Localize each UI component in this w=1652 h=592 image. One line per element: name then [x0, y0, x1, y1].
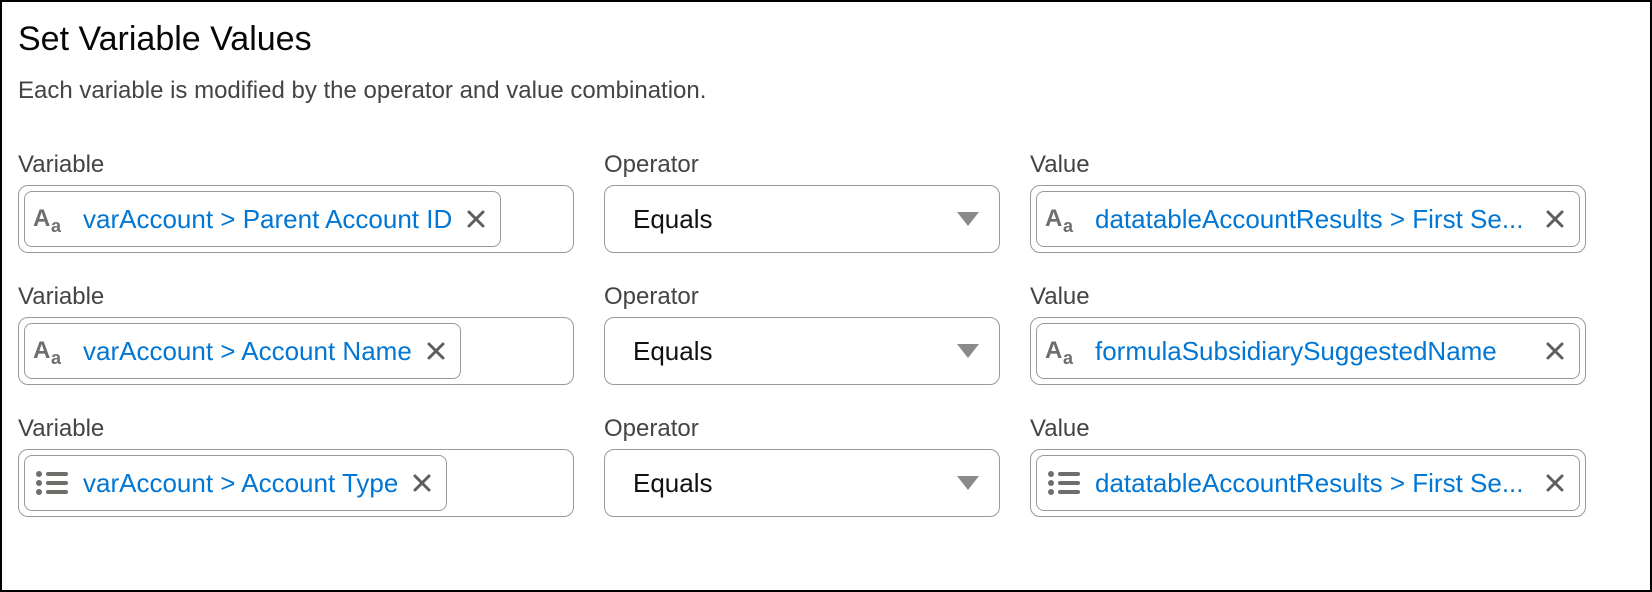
picklist-type-icon: [1041, 461, 1085, 505]
value-token[interactable]: A a formulaSubsidiarySuggestedName: [1036, 323, 1580, 379]
operator-select[interactable]: Equals: [604, 449, 1000, 517]
svg-text:a: a: [51, 216, 62, 234]
svg-text:A: A: [33, 337, 50, 364]
operator-label: Operator: [604, 283, 1000, 311]
text-type-icon: A a: [29, 329, 73, 373]
variable-label: Variable: [18, 283, 574, 311]
value-column: Value A a datatableAccountResults > Firs…: [1030, 151, 1586, 253]
variable-token-text: varAccount > Account Name: [83, 336, 412, 367]
operator-label: Operator: [604, 415, 1000, 443]
operator-value: Equals: [633, 468, 957, 499]
svg-text:A: A: [1045, 337, 1062, 364]
value-label: Value: [1030, 283, 1586, 311]
picklist-type-icon: [29, 461, 73, 505]
value-label: Value: [1030, 151, 1586, 179]
chevron-down-icon: [957, 212, 979, 226]
variable-field[interactable]: A a varAccount > Account Name: [18, 317, 574, 385]
variable-token[interactable]: A a varAccount > Parent Account ID: [24, 191, 501, 247]
operator-select[interactable]: Equals: [604, 185, 1000, 253]
assignment-row: Variable A a varAccount > Parent Account…: [18, 151, 1634, 253]
section-description: Each variable is modified by the operato…: [18, 77, 1634, 105]
variable-token[interactable]: varAccount > Account Type: [24, 455, 447, 511]
value-token[interactable]: datatableAccountResults > First Se...: [1036, 455, 1580, 511]
variable-token[interactable]: A a varAccount > Account Name: [24, 323, 461, 379]
set-variable-values-panel: Set Variable Values Each variable is mod…: [0, 0, 1652, 592]
operator-value: Equals: [633, 336, 957, 367]
value-token[interactable]: A a datatableAccountResults > First Se..…: [1036, 191, 1580, 247]
value-field[interactable]: A a datatableAccountResults > First Se..…: [1030, 185, 1586, 253]
assignment-row: Variable varAccount > Account Type: [18, 415, 1634, 517]
remove-token-button[interactable]: [1541, 341, 1569, 361]
remove-token-button[interactable]: [408, 473, 436, 493]
svg-text:A: A: [1045, 205, 1062, 232]
variable-token-text: varAccount > Account Type: [83, 468, 398, 499]
svg-text:a: a: [1063, 216, 1074, 234]
operator-column: Operator Equals: [604, 283, 1000, 385]
operator-column: Operator Equals: [604, 151, 1000, 253]
value-column: Value datatableAccountResults > Firs: [1030, 415, 1586, 517]
value-token-text: datatableAccountResults > First Se...: [1095, 468, 1531, 499]
value-token-text: formulaSubsidiarySuggestedName: [1095, 336, 1531, 367]
remove-token-button[interactable]: [422, 341, 450, 361]
variable-field[interactable]: varAccount > Account Type: [18, 449, 574, 517]
svg-text:a: a: [51, 348, 62, 366]
operator-value: Equals: [633, 204, 957, 235]
operator-column: Operator Equals: [604, 415, 1000, 517]
value-token-text: datatableAccountResults > First Se...: [1095, 204, 1531, 235]
text-type-icon: A a: [29, 197, 73, 241]
section-title: Set Variable Values: [18, 20, 1634, 59]
variable-column: Variable A a varAccount > Parent Account…: [18, 151, 574, 253]
value-column: Value A a formulaSubsidiarySuggestedName: [1030, 283, 1586, 385]
operator-select[interactable]: Equals: [604, 317, 1000, 385]
value-label: Value: [1030, 415, 1586, 443]
remove-token-button[interactable]: [462, 209, 490, 229]
remove-token-button[interactable]: [1541, 209, 1569, 229]
chevron-down-icon: [957, 344, 979, 358]
operator-label: Operator: [604, 151, 1000, 179]
text-type-icon: A a: [1041, 197, 1085, 241]
text-type-icon: A a: [1041, 329, 1085, 373]
variable-label: Variable: [18, 415, 574, 443]
variable-column: Variable A a varAccount > Account Name: [18, 283, 574, 385]
chevron-down-icon: [957, 476, 979, 490]
variable-column: Variable varAccount > Account Type: [18, 415, 574, 517]
remove-token-button[interactable]: [1541, 473, 1569, 493]
variable-label: Variable: [18, 151, 574, 179]
variable-field[interactable]: A a varAccount > Parent Account ID: [18, 185, 574, 253]
value-field[interactable]: datatableAccountResults > First Se...: [1030, 449, 1586, 517]
assignment-row: Variable A a varAccount > Account Name: [18, 283, 1634, 385]
variable-token-text: varAccount > Parent Account ID: [83, 204, 452, 235]
svg-text:A: A: [33, 205, 50, 232]
value-field[interactable]: A a formulaSubsidiarySuggestedName: [1030, 317, 1586, 385]
svg-text:a: a: [1063, 348, 1074, 366]
